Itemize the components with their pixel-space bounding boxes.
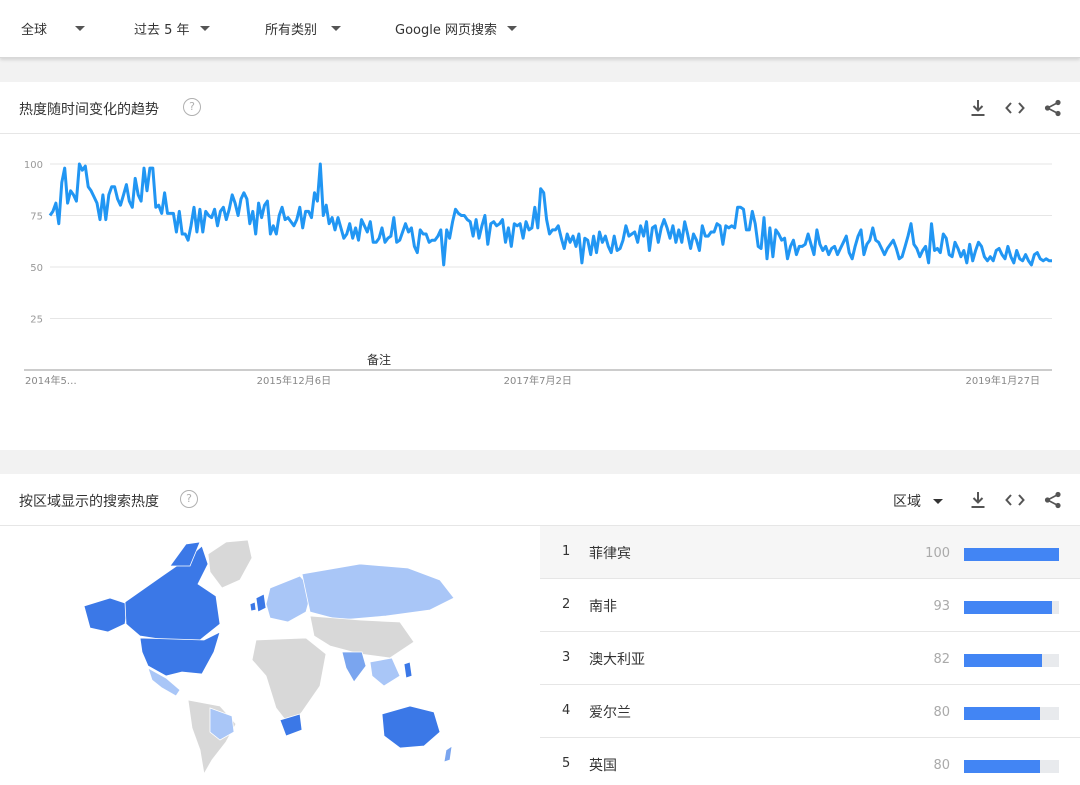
annotation-label[interactable]: 备注 <box>367 352 391 367</box>
card-header: 热度随时间变化的趋势 ? <box>0 82 1080 134</box>
y-tick-label: 100 <box>24 160 43 171</box>
caret-down-icon <box>75 26 86 31</box>
region-rank: 2 <box>562 597 571 612</box>
region-row[interactable]: 3 澳大利亚 82 <box>540 632 1080 685</box>
y-tick-label: 25 <box>30 315 43 326</box>
interest-by-region-card: 按区域显示的搜索热度 ? 区域 1 菲律宾 100 2 南非 93 3 澳大利亚… <box>0 474 1080 785</box>
region-row[interactable]: 4 爱尔兰 80 <box>540 685 1080 738</box>
region-rank: 4 <box>562 703 571 718</box>
caret-down-icon <box>506 26 517 31</box>
resolution-dropdown[interactable]: 区域 <box>893 491 943 511</box>
region-bar-fill <box>964 601 1053 614</box>
region-value: 93 <box>933 599 950 614</box>
time-filter[interactable]: 过去 5 年 <box>134 19 210 38</box>
y-tick-label: 75 <box>30 212 43 223</box>
map-region-australia[interactable] <box>381 705 441 749</box>
search-type-filter-label: Google 网页搜索 <box>395 23 497 38</box>
share-icon[interactable] <box>1043 98 1063 118</box>
region-bar-fill <box>964 548 1059 561</box>
region-row[interactable]: 2 南非 93 <box>540 579 1080 632</box>
category-filter[interactable]: 所有类别 <box>265 19 342 38</box>
region-value: 80 <box>933 758 950 773</box>
region-value: 100 <box>925 546 950 561</box>
region-row[interactable]: 5 英国 80 <box>540 738 1080 785</box>
map-region-philippines[interactable] <box>403 661 413 679</box>
interest-over-time-chart: 100 75 50 25 2014年5… 2015年12月6日 2017年7月2日 2019… <box>24 160 1052 387</box>
map-region-brazil[interactable] <box>209 707 235 741</box>
region-name[interactable]: 南非 <box>589 596 617 616</box>
region-name[interactable]: 爱尔兰 <box>589 702 631 722</box>
region-bar-fill <box>964 707 1040 720</box>
interest-over-time-title: 热度随时间变化的趋势 <box>19 102 159 118</box>
x-tick-label: 2017年7月2日 <box>504 374 572 387</box>
region-bar-track <box>964 760 1059 773</box>
time-filter-label: 过去 5 年 <box>134 23 190 38</box>
region-bar-track <box>964 654 1059 667</box>
region-bar-track <box>964 707 1059 720</box>
map-region-ireland[interactable] <box>249 601 257 612</box>
region-rank: 1 <box>562 544 571 559</box>
region-name[interactable]: 菲律宾 <box>589 543 631 563</box>
region-bar-track <box>964 548 1059 561</box>
download-icon[interactable] <box>968 98 988 118</box>
category-filter-label: 所有类别 <box>265 23 318 38</box>
region-rank-list: 1 菲律宾 100 2 南非 93 3 澳大利亚 82 4 爱尔兰 80 5 英国 80 <box>540 526 1080 785</box>
filter-bar: 全球 过去 5 年 所有类别 Google 网页搜索 <box>0 0 1080 58</box>
region-row[interactable]: 1 菲律宾 100 <box>540 526 1080 579</box>
caret-down-icon <box>331 26 342 31</box>
region-value: 80 <box>933 705 950 720</box>
map-region-russia[interactable] <box>301 563 455 621</box>
region-name[interactable]: 澳大利亚 <box>589 649 645 669</box>
map-region-greenland[interactable] <box>207 539 253 589</box>
map-region-canada[interactable] <box>124 545 221 641</box>
world-map[interactable] <box>70 536 460 776</box>
search-type-filter[interactable]: Google 网页搜索 <box>395 19 517 38</box>
map-region-africa[interactable] <box>251 637 327 727</box>
region-bar-fill <box>964 654 1042 667</box>
series-line <box>48 162 1052 267</box>
caret-down-icon <box>933 498 943 504</box>
y-tick-label: 50 <box>30 263 43 274</box>
region-rank: 3 <box>562 650 571 665</box>
map-region-new-zealand[interactable] <box>443 745 453 763</box>
help-icon[interactable]: ? <box>180 490 198 508</box>
caret-down-icon <box>199 26 210 31</box>
geo-filter[interactable]: 全球 <box>21 19 86 38</box>
region-name[interactable]: 英国 <box>589 755 617 775</box>
region-value: 82 <box>933 652 950 667</box>
help-icon[interactable]: ? <box>183 98 201 116</box>
x-tick-label: 2014年5… <box>25 374 77 387</box>
embed-icon[interactable] <box>1005 490 1025 510</box>
x-tick-label: 2019年1月27日 <box>965 374 1040 387</box>
interest-over-time-card: 热度随时间变化的趋势 ? 100 75 50 25 2014年5… 2015年12月6日… <box>0 82 1080 450</box>
resolution-label: 区域 <box>893 494 921 510</box>
card-header: 按区域显示的搜索热度 ? 区域 <box>0 474 1080 526</box>
region-bar-fill <box>964 760 1040 773</box>
embed-icon[interactable] <box>1005 98 1025 118</box>
map-region-india[interactable] <box>341 651 367 683</box>
share-icon[interactable] <box>1043 490 1063 510</box>
download-icon[interactable] <box>968 490 988 510</box>
x-tick-label: 2015年12月6日 <box>257 374 332 387</box>
map-region-uk[interactable] <box>255 593 267 613</box>
interest-by-region-title: 按区域显示的搜索热度 <box>19 494 159 510</box>
map-region-southeast-asia[interactable] <box>369 657 401 687</box>
region-bar-track <box>964 601 1059 614</box>
region-rank: 5 <box>562 756 571 771</box>
geo-filter-label: 全球 <box>21 23 48 38</box>
map-region-alaska[interactable] <box>83 597 129 633</box>
